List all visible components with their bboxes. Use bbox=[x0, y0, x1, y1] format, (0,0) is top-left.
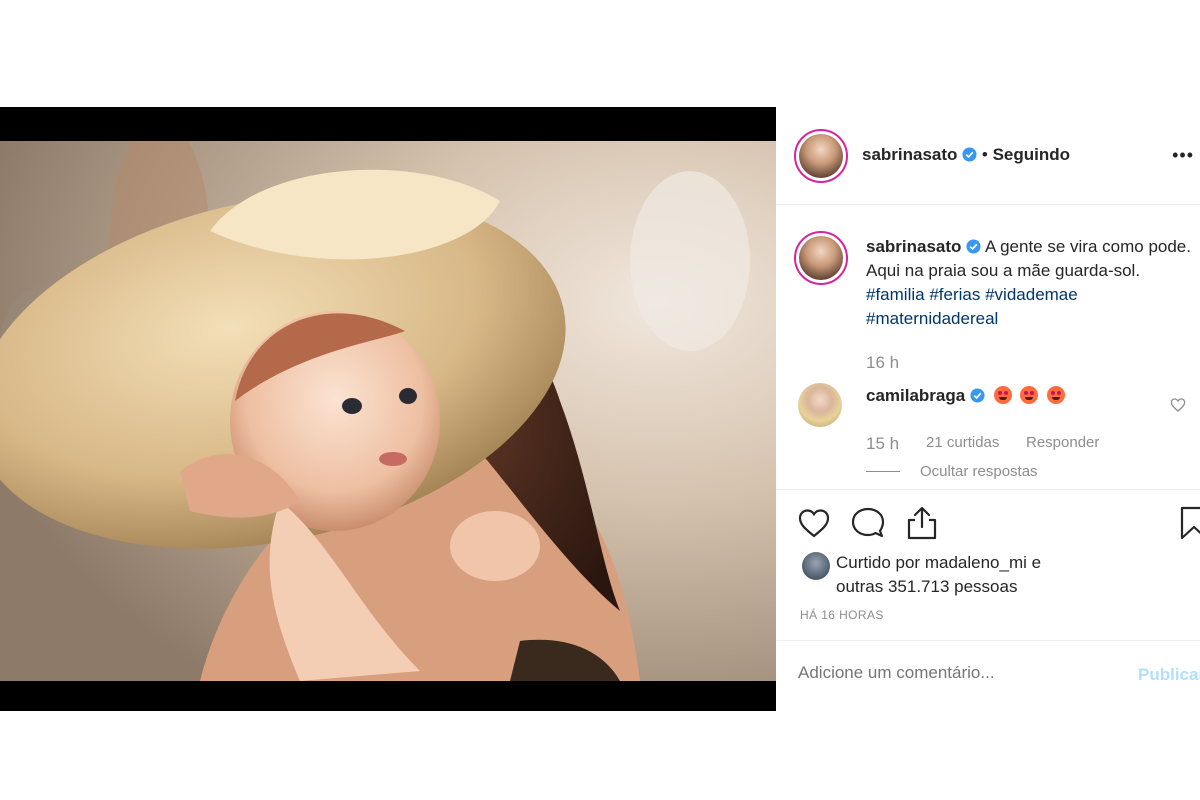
comment-like-heart-icon[interactable] bbox=[1170, 397, 1186, 413]
liked-by-avatar[interactable] bbox=[802, 552, 830, 580]
post-caption: sabrinasato A gente se vira como pode. A… bbox=[866, 235, 1192, 331]
verified-badge-icon bbox=[970, 388, 985, 403]
actions-divider bbox=[776, 489, 1200, 490]
hashtag-link[interactable]: #ferias bbox=[929, 285, 980, 304]
comment-body: camilabraga bbox=[866, 386, 1066, 406]
post-image-frame bbox=[0, 107, 776, 711]
likes-summary: Curtido por madaleno_mi e outras 351.713… bbox=[836, 551, 1041, 599]
caption-author-avatar-image bbox=[799, 236, 843, 280]
liked-by-username[interactable]: madaleno_mi bbox=[925, 553, 1027, 572]
likes-count-button[interactable]: outras 351.713 pessoas bbox=[836, 577, 1017, 596]
post-header: sabrinasato • Seguindo ••• bbox=[776, 107, 1200, 205]
likes-conjunction: e bbox=[1031, 553, 1042, 572]
header-text: sabrinasato • Seguindo bbox=[862, 145, 1070, 165]
heart-eyes-emoji-icon bbox=[1047, 386, 1066, 404]
author-avatar[interactable] bbox=[794, 129, 848, 183]
heart-eyes-emoji-icon bbox=[993, 386, 1012, 404]
comment-icon[interactable] bbox=[850, 505, 886, 541]
hide-replies-line bbox=[866, 471, 900, 472]
comment-time[interactable]: 15 h bbox=[866, 434, 899, 454]
reply-button[interactable]: Responder bbox=[1026, 434, 1099, 451]
verified-badge-icon bbox=[962, 147, 977, 162]
bookmark-icon[interactable] bbox=[1176, 505, 1200, 541]
commenter-username[interactable]: camilabraga bbox=[866, 386, 965, 405]
caption-time[interactable]: 16 h bbox=[866, 353, 899, 373]
author-avatar-image bbox=[799, 134, 843, 178]
hashtag-link[interactable]: #maternidadereal bbox=[866, 309, 998, 328]
post-timestamp[interactable]: HÁ 16 HORAS bbox=[800, 608, 884, 622]
hashtag-link[interactable]: #familia bbox=[866, 285, 925, 304]
add-comment-input[interactable] bbox=[798, 663, 1118, 683]
hide-replies-button[interactable]: Ocultar respostas bbox=[920, 463, 1038, 480]
follow-separator: • bbox=[981, 145, 988, 164]
caption-author-username[interactable]: sabrinasato bbox=[866, 237, 961, 256]
verified-badge-icon bbox=[966, 239, 981, 254]
heart-eyes-emoji-icon bbox=[1020, 386, 1039, 404]
post-photo[interactable] bbox=[0, 141, 776, 681]
post-side-panel: sabrinasato • Seguindo ••• sabrinasato A… bbox=[776, 107, 1200, 711]
hashtag-link[interactable]: #vidademae bbox=[985, 285, 1078, 304]
author-username[interactable]: sabrinasato bbox=[862, 145, 957, 164]
share-icon[interactable] bbox=[904, 505, 940, 541]
comment-likes[interactable]: 21 curtidas bbox=[926, 434, 999, 451]
commenter-avatar[interactable] bbox=[798, 383, 842, 427]
publish-button[interactable]: Publicar bbox=[1138, 665, 1200, 685]
more-options-icon[interactable]: ••• bbox=[1172, 145, 1194, 166]
likes-prefix: Curtido por bbox=[836, 553, 921, 572]
heart-icon[interactable] bbox=[796, 505, 832, 541]
comment-box-divider bbox=[776, 640, 1200, 641]
follow-status-button[interactable]: Seguindo bbox=[993, 145, 1070, 164]
caption-author-avatar[interactable] bbox=[794, 231, 848, 285]
